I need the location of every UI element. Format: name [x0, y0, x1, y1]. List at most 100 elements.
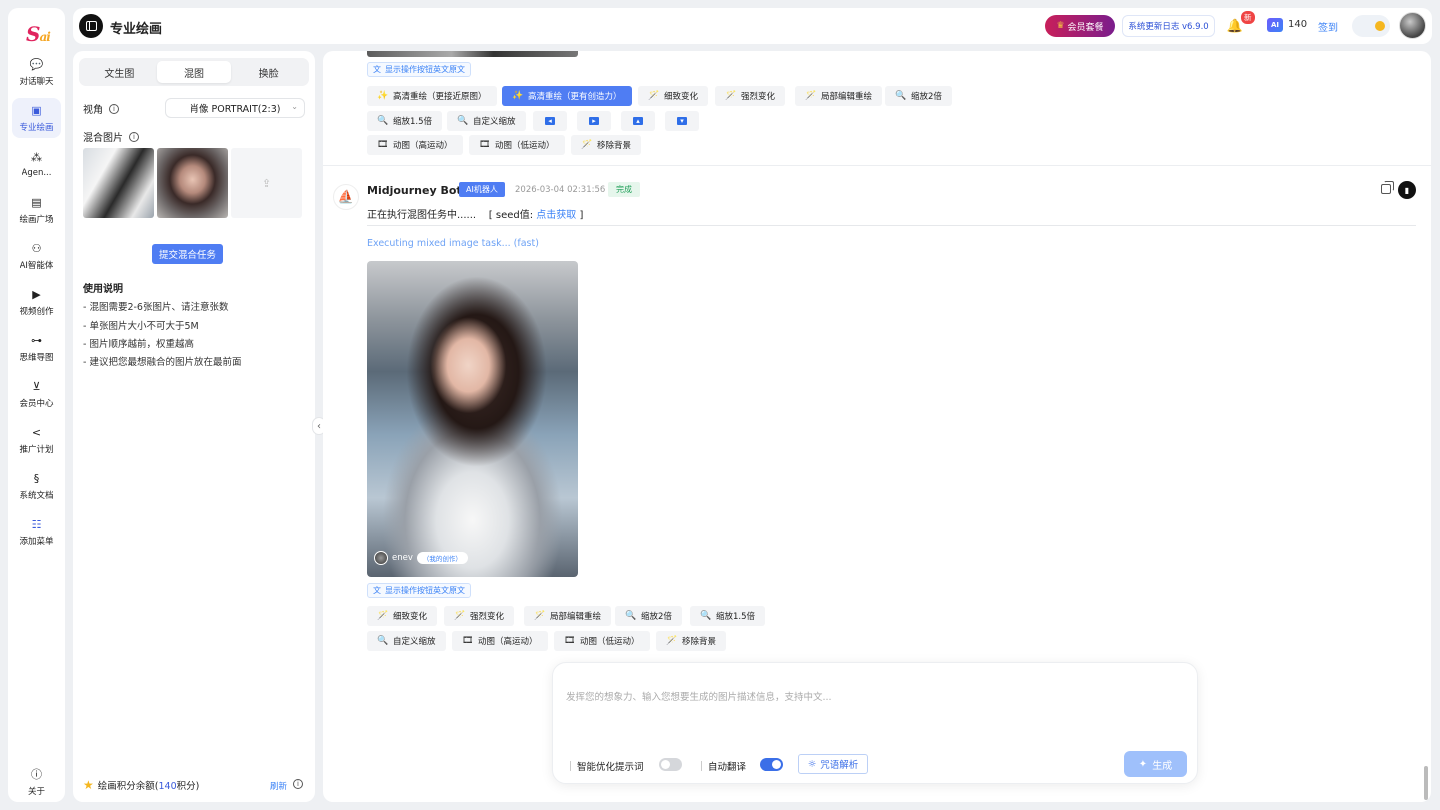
film-icon: 🎞: [377, 140, 389, 150]
message-separator: [367, 225, 1416, 226]
wand-icon: 🪄: [534, 611, 546, 621]
animate-low-button[interactable]: 🎞 动图（低运动）: [554, 631, 650, 651]
rail-item-video[interactable]: ▶ 视频创作: [12, 282, 61, 322]
optimize-prompt-toggle[interactable]: [659, 758, 682, 771]
sparkle-icon: ✨: [377, 91, 389, 101]
usage-line: - 建议把您最想融合的图片放在最前面: [83, 357, 242, 368]
top-bar: 专业绘画 ♛ 会员套餐 系统更新日志 v6.9.0 🔔 新 AI 140 签到: [73, 8, 1432, 44]
rail-item-docs[interactable]: § 系统文档: [12, 466, 61, 506]
info-icon[interactable]: i: [293, 779, 303, 789]
mindmap-icon: ⊶: [31, 334, 42, 347]
view-label: 视角 i: [83, 101, 119, 116]
show-english-button[interactable]: 文显示操作按钮英文原文: [367, 62, 471, 77]
vary-strong-button[interactable]: 🪄 强烈变化: [715, 86, 786, 106]
sidebar-toggle-button[interactable]: [79, 14, 103, 38]
generate-button[interactable]: ✦ 生成: [1124, 751, 1187, 777]
ai-credits-icon: AI: [1267, 18, 1283, 32]
vary-subtle-button[interactable]: 🪄 细致变化: [638, 86, 709, 106]
wand-icon: 🪄: [805, 91, 817, 101]
left-rail: Sai 💬 对话聊天 ▣ 专业绘画 ⁂ Agen... ▤ 绘画广场 ⚇ AI智…: [8, 8, 65, 802]
rail-item-mindmap[interactable]: ⊶ 思维导图: [12, 328, 61, 368]
pan-right-button[interactable]: ▸: [577, 111, 611, 131]
previous-image-bottom: [367, 51, 578, 57]
usage-line: - 图片顺序越前，权重越高: [83, 339, 194, 350]
magnifier-icon: 🔍: [700, 611, 712, 621]
copy-icon[interactable]: [1381, 181, 1394, 194]
get-seed-link[interactable]: 点击获取: [536, 210, 576, 221]
theme-toggle[interactable]: [1352, 15, 1390, 37]
zoom-1-5x-button[interactable]: 🔍 缩放1.5倍: [367, 111, 443, 131]
zoom-2x-button[interactable]: 🔍 缩放2倍: [615, 606, 682, 626]
generated-image[interactable]: enev （我的创作）: [367, 261, 578, 577]
info-icon: ⓘ: [31, 768, 42, 781]
pan-up-button[interactable]: ▴: [621, 111, 655, 131]
magnifier-icon: 🔍: [895, 91, 907, 101]
rail-item-chat[interactable]: 💬 对话聊天: [12, 52, 61, 92]
status-badge: 完成: [608, 182, 640, 197]
app-logo[interactable]: Sai: [26, 22, 51, 46]
remove-background-button[interactable]: 🪄 移除背景: [571, 135, 642, 155]
aspect-select[interactable]: 肖像 PORTRAIT(2:3) ⌄: [165, 98, 305, 118]
info-icon[interactable]: i: [129, 131, 139, 142]
tab-blend[interactable]: 混图: [156, 61, 232, 83]
pan-down-button[interactable]: ▾: [665, 111, 699, 131]
zoom-1-5x-button[interactable]: 🔍 缩放1.5倍: [690, 606, 766, 626]
rail-item-about[interactable]: ⓘ 关于: [12, 762, 61, 802]
message-text: 正在执行混图任务中...... [ seed值: 点击获取 ]: [367, 210, 584, 221]
uploaded-image-1[interactable]: [83, 148, 154, 218]
submit-blend-button[interactable]: 提交混合任务: [152, 244, 223, 264]
vary-subtle-button[interactable]: 🪄 细致变化: [367, 606, 438, 626]
custom-zoom-button[interactable]: 🔍 自定义缩放: [447, 111, 526, 131]
bot-name: Midjourney Bot: [367, 184, 462, 197]
rail-item-ai-bot[interactable]: ⚇ AI智能体: [12, 236, 61, 276]
vary-strong-button[interactable]: 🪄 强烈变化: [444, 606, 515, 626]
share-icon: <: [31, 426, 42, 439]
animate-high-button[interactable]: 🎞 动图（高运动）: [367, 135, 463, 155]
author-avatar: [374, 551, 388, 565]
delete-icon[interactable]: ▮: [1398, 181, 1416, 199]
upscale-subtle-button[interactable]: ✨ 高清重绘（更接近原图）: [367, 86, 497, 106]
tab-face-swap[interactable]: 换脸: [231, 61, 306, 83]
page-title: 专业绘画: [110, 22, 163, 37]
message-divider: [323, 165, 1431, 166]
auto-translate-toggle[interactable]: [760, 758, 783, 771]
wand-icon: 🪄: [725, 91, 737, 101]
arrow-right-icon: ▸: [589, 117, 599, 125]
chat-area: 文显示操作按钮英文原文 ✨ 高清重绘（更接近原图） ✨ 高清重绘（更有创造力） 🪄 细…: [323, 51, 1431, 802]
cart-icon: ⊻: [32, 380, 41, 393]
mix-images-label: 混合图片 i: [83, 129, 139, 144]
show-english-button[interactable]: 文显示操作按钮英文原文: [367, 583, 471, 598]
rail-item-gallery[interactable]: ▤ 绘画广场: [12, 190, 61, 230]
zoom-2x-button[interactable]: 🔍 缩放2倍: [885, 86, 952, 106]
uploaded-image-2[interactable]: [157, 148, 228, 218]
tab-text-to-image[interactable]: 文生图: [82, 61, 157, 83]
upload-slot[interactable]: ⇪: [231, 148, 302, 218]
vary-region-button[interactable]: 🪄 局部编辑重绘: [524, 606, 612, 626]
optimize-prompt-option: 智能优化提示词: [570, 759, 644, 773]
wand-icon: 🪄: [666, 636, 678, 646]
crown-icon: ♛: [1056, 21, 1065, 31]
rail-item-referral[interactable]: < 推广计划: [12, 420, 61, 460]
pan-left-button[interactable]: ◂: [533, 111, 567, 131]
changelog-button[interactable]: 系统更新日志 v6.9.0: [1122, 15, 1215, 37]
paint-icon: ▣: [31, 104, 42, 117]
rail-item-agent[interactable]: ⁂ Agen...: [12, 144, 61, 184]
animate-low-button[interactable]: 🎞 动图（低运动）: [469, 135, 565, 155]
user-avatar[interactable]: [1399, 12, 1426, 39]
wand-icon: 🪄: [581, 140, 593, 150]
checkin-link[interactable]: 签到: [1318, 19, 1338, 34]
rail-item-paint[interactable]: ▣ 专业绘画: [12, 98, 61, 138]
scrollbar[interactable]: [1424, 766, 1428, 800]
info-icon[interactable]: i: [109, 103, 119, 114]
remove-background-button[interactable]: 🪄 移除背景: [656, 631, 727, 651]
prompt-input[interactable]: 发挥您的想象力、输入您想要生成的图片描述信息，支持中文...: [566, 689, 832, 703]
rail-item-membership[interactable]: ⊻ 会员中心: [12, 374, 61, 414]
rail-item-add-menu[interactable]: ☷ 添加菜单: [12, 512, 61, 552]
vip-package-button[interactable]: ♛ 会员套餐: [1045, 15, 1115, 37]
custom-zoom-button[interactable]: 🔍 自定义缩放: [367, 631, 446, 651]
spell-parse-button[interactable]: ☼ 咒语解析: [798, 754, 868, 774]
animate-high-button[interactable]: 🎞 动图（高运动）: [452, 631, 548, 651]
vary-region-button[interactable]: 🪄 局部编辑重绘: [795, 86, 883, 106]
refresh-link[interactable]: 刷新: [270, 780, 287, 792]
upscale-creative-button[interactable]: ✨ 高清重绘（更有创造力）: [502, 86, 632, 106]
